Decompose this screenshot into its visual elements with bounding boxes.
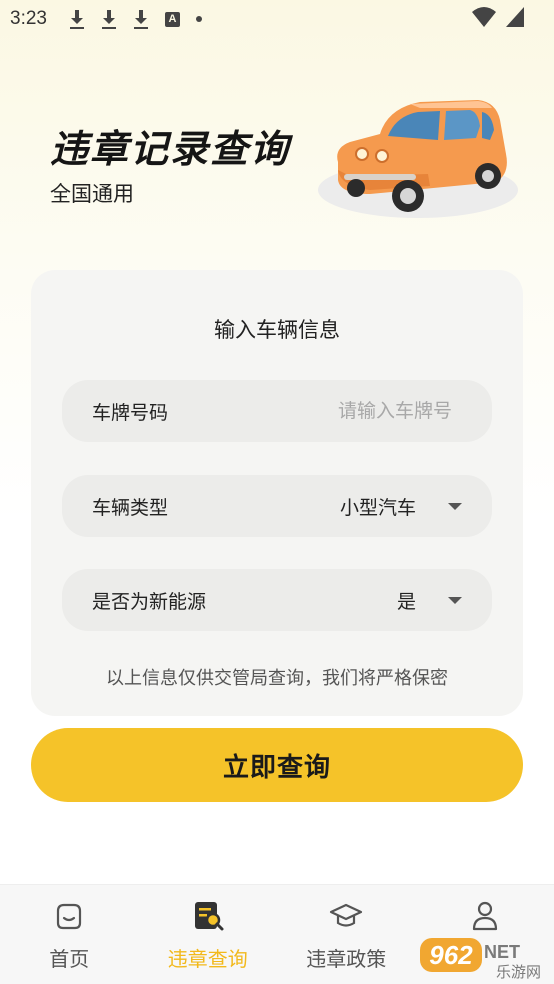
violation-search-icon [194, 902, 224, 931]
plate-number-field[interactable]: 车牌号码 [62, 380, 492, 442]
download-icon [133, 9, 149, 29]
nav-label-violation-search: 违章查询 [167, 947, 248, 971]
graduation-cap-icon [330, 903, 363, 927]
download-icon [69, 9, 85, 29]
nav-label-home: 首页 [49, 947, 90, 971]
new-energy-value: 是 [396, 590, 416, 613]
query-now-button[interactable]: 立即查询 [31, 728, 523, 802]
nav-item-violation-search[interactable]: 违章查询 [139, 885, 278, 984]
plate-number-label: 车牌号码 [92, 401, 169, 424]
signal-icon [506, 7, 524, 27]
home-icon [57, 903, 82, 930]
vehicle-type-value: 小型汽车 [339, 496, 416, 519]
wifi-icon [472, 7, 496, 27]
page-title: 违章记录查询 [50, 127, 291, 171]
download-icon [101, 9, 117, 29]
car-illustration [318, 100, 518, 218]
nav-item-violation-policy[interactable]: 违章政策 [277, 885, 416, 984]
nav-label-violation-policy: 违章政策 [306, 947, 387, 971]
status-time: 3:23 [10, 8, 47, 29]
card-title: 输入车辆信息 [214, 318, 340, 342]
watermark-suffix: NET [484, 942, 520, 962]
vehicle-type-label: 车辆类型 [92, 496, 169, 519]
page-subtitle: 全国通用 [50, 182, 134, 206]
vehicle-type-select[interactable]: 车辆类型 小型汽车 [62, 475, 492, 537]
profile-icon [472, 901, 497, 931]
new-energy-label: 是否为新能源 [92, 590, 207, 613]
status-bar: 3:23 A [0, 0, 554, 38]
privacy-notice: 以上信息仅供交管局查询，我们将严格保密 [106, 668, 448, 689]
chevron-down-icon [448, 502, 462, 510]
plate-number-input[interactable] [168, 400, 462, 422]
nav-item-home[interactable]: 首页 [0, 885, 139, 984]
dot-icon [195, 16, 202, 22]
watermark-logo: 962 NET 乐游网 [420, 938, 541, 980]
chevron-down-icon [448, 596, 462, 604]
watermark-subtext: 乐游网 [496, 963, 541, 980]
status-notification-icons: A [69, 9, 202, 29]
a-notification-icon: A [164, 11, 180, 27]
vehicle-info-card: 输入车辆信息 车牌号码 车辆类型 小型汽车 是否为新能源 是 以上信息仅供交管局… [31, 270, 523, 716]
watermark-number: 962 [429, 940, 473, 970]
new-energy-select[interactable]: 是否为新能源 是 [62, 569, 492, 631]
